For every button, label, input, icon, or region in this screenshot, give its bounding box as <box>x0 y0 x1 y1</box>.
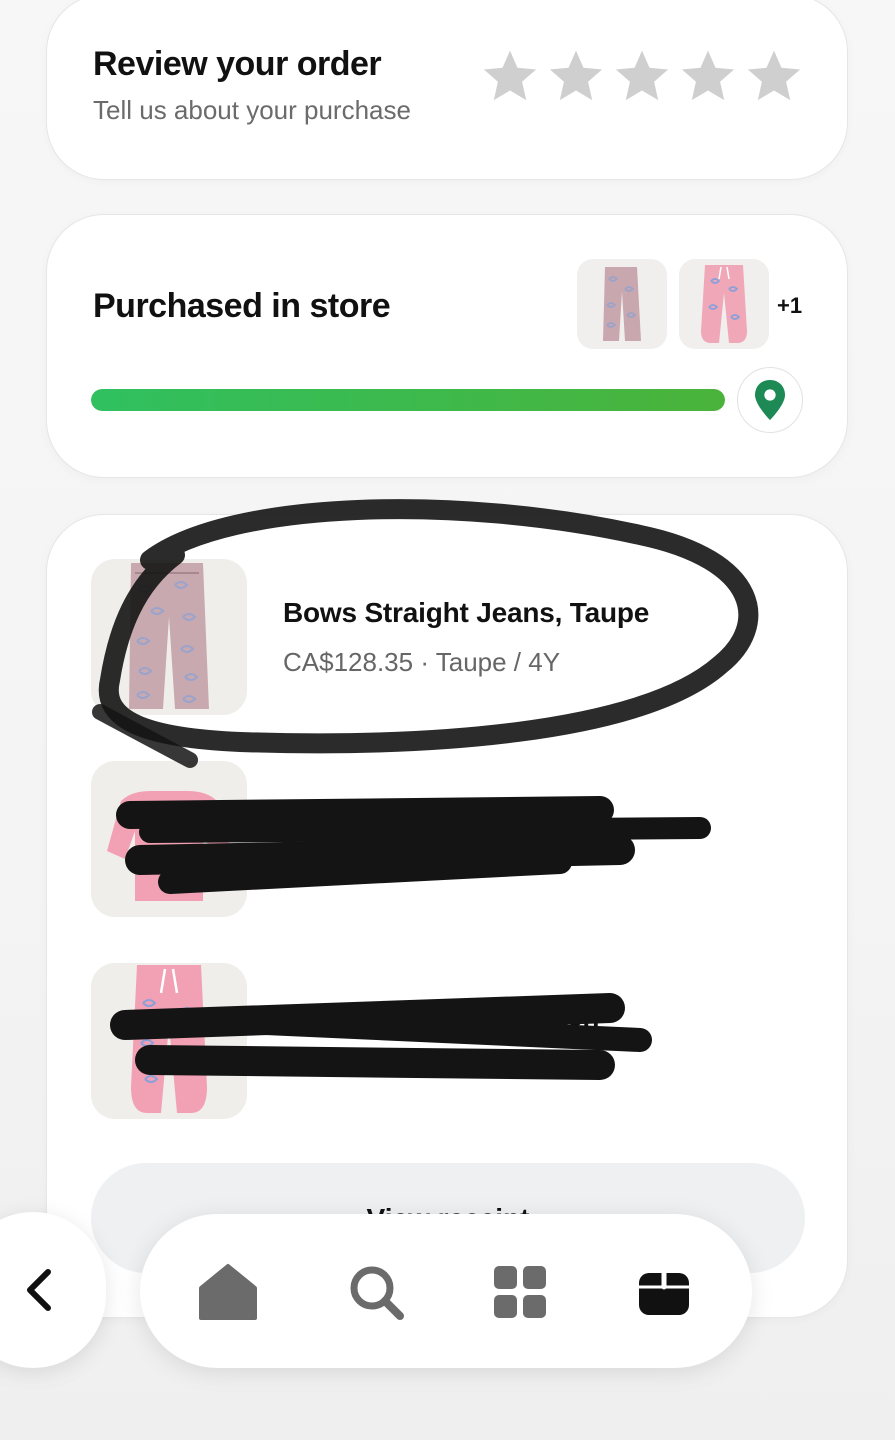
bottom-nav-bar <box>140 1214 752 1368</box>
jeans-thumbnail <box>577 259 667 349</box>
star-icon[interactable] <box>613 47 671 105</box>
progress-fill <box>91 389 725 411</box>
purchase-progress-bar <box>91 389 725 411</box>
item-meta: CA$101.15 · Peach / 4Y <box>283 849 564 879</box>
order-items-card: Bows Straight Jeans, Taupe CA$128.35 · T… <box>46 514 848 1318</box>
purchased-thumbnails <box>577 259 769 349</box>
list-item[interactable]: Bows Sweatshirt, Peach CA$101.15 · Peach… <box>91 761 791 917</box>
orders-box-icon[interactable] <box>632 1260 696 1324</box>
star-rating[interactable] <box>481 47 803 105</box>
location-pin-icon <box>755 380 785 420</box>
star-icon[interactable] <box>547 47 605 105</box>
order-detail-page: Review your order Tell us about your pur… <box>0 0 895 1440</box>
home-icon[interactable] <box>196 1260 260 1324</box>
review-order-card[interactable]: Review your order Tell us about your pur… <box>46 0 848 180</box>
sweatpant-thumbnail <box>91 963 247 1119</box>
star-icon[interactable] <box>481 47 539 105</box>
sweatshirt-thumbnail <box>91 761 247 917</box>
chevron-left-icon <box>27 1269 51 1311</box>
sweatpant-thumbnail <box>679 259 769 349</box>
review-title: Review your order <box>93 45 382 83</box>
list-item[interactable]: Bows Sweatpant, Peach CA$87.55 · Peach /… <box>91 963 791 1119</box>
grid-icon[interactable] <box>488 1260 552 1324</box>
purchase-status-title: Purchased in store <box>93 287 391 325</box>
star-icon[interactable] <box>745 47 803 105</box>
star-icon[interactable] <box>679 47 737 105</box>
item-name: Bows Sweatpant, Peach <box>283 1001 600 1032</box>
jeans-thumbnail <box>91 559 247 715</box>
store-location-button[interactable] <box>737 367 803 433</box>
purchase-status-card[interactable]: Purchased in store +1 <box>46 214 848 478</box>
item-name: Bows Sweatshirt, Peach <box>283 799 601 830</box>
list-item[interactable]: Bows Straight Jeans, Taupe CA$128.35 · T… <box>91 559 791 715</box>
extra-items-count: +1 <box>777 293 803 318</box>
item-name: Bows Straight Jeans, Taupe <box>283 597 650 628</box>
search-icon[interactable] <box>344 1260 408 1324</box>
review-subtitle: Tell us about your purchase <box>93 95 411 125</box>
item-meta: CA$87.55 · Peach / 4Y <box>283 1051 549 1081</box>
item-meta: CA$128.35 · Taupe / 4Y <box>283 647 561 677</box>
